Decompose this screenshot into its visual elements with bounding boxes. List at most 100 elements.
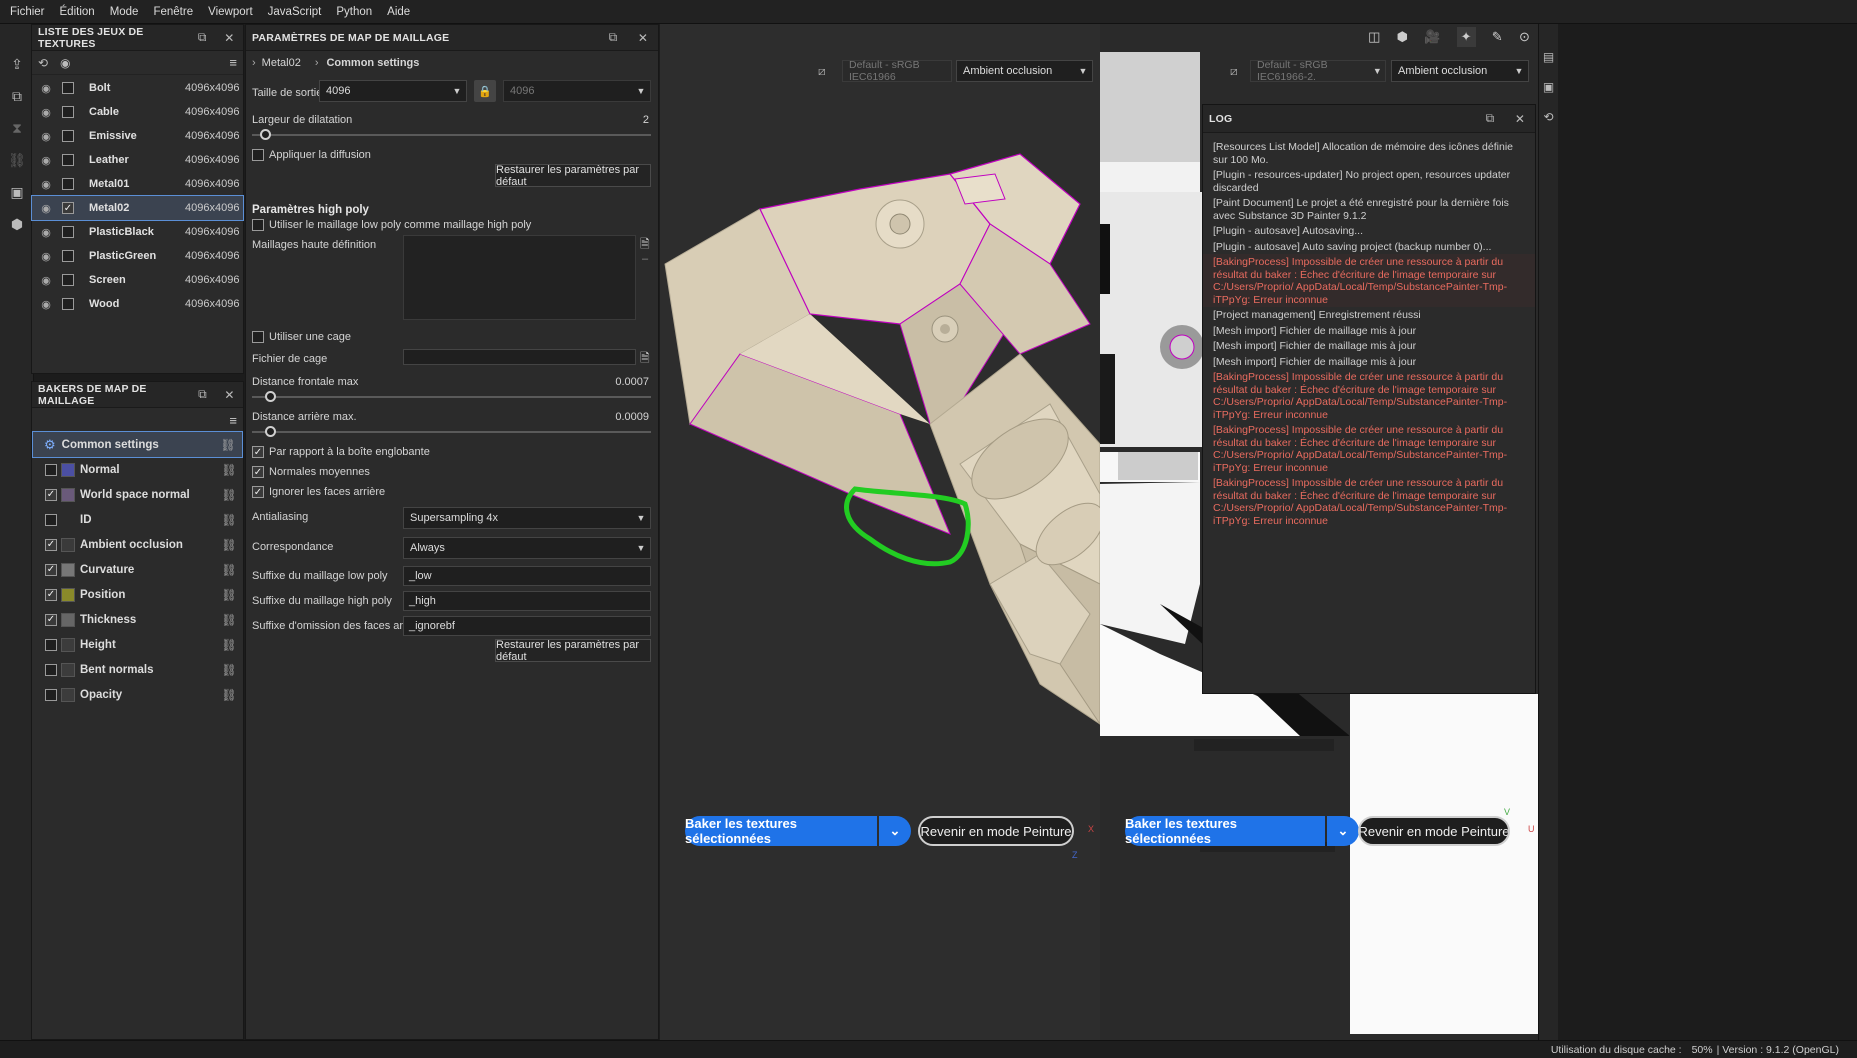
- link-icon[interactable]: ⛓: [215, 638, 243, 652]
- restore-defaults-button[interactable]: Restaurer les paramètres par défaut: [495, 164, 651, 188]
- link-icon[interactable]: ⛓: [215, 538, 243, 552]
- menu-item[interactable]: Fichier: [6, 6, 56, 18]
- baker-row[interactable]: ✓ Ambient occlusion ⛓: [32, 532, 243, 557]
- checkbox[interactable]: ✓: [252, 486, 264, 498]
- checkbox[interactable]: [45, 513, 57, 526]
- checkbox[interactable]: ✓: [45, 588, 57, 601]
- texture-set-row[interactable]: ◉ Metal01 4096x4096: [32, 172, 243, 196]
- lowpoly-suffix-input[interactable]: _low: [403, 566, 651, 586]
- bake-options-dropdown[interactable]: ⌄: [879, 816, 911, 846]
- texture-set-row[interactable]: ◉ Wood 4096x4096: [32, 292, 243, 316]
- checkbox[interactable]: ✓: [252, 446, 264, 458]
- eye-icon[interactable]: ◉: [60, 56, 82, 70]
- split-view-icon[interactable]: ◫: [1368, 29, 1380, 45]
- dilation-value[interactable]: 2: [606, 114, 649, 126]
- output-size-dropdown[interactable]: 4096 ▼: [319, 80, 467, 102]
- match-dropdown[interactable]: Always ▼: [403, 537, 651, 559]
- link-icon[interactable]: ⛓: [215, 588, 243, 602]
- close-icon[interactable]: ✕: [628, 31, 658, 45]
- checkbox[interactable]: [252, 331, 264, 343]
- link-icon[interactable]: ⛓: [215, 488, 243, 502]
- front-distance-value[interactable]: 0.0007: [591, 376, 649, 388]
- properties-icon[interactable]: ▣: [1539, 80, 1558, 110]
- eye-icon[interactable]: ◉: [38, 130, 54, 143]
- breadcrumb-texture-set[interactable]: Metal02: [262, 57, 301, 69]
- menu-item[interactable]: Viewport: [204, 6, 264, 18]
- baker-row[interactable]: ✓ World space normal ⛓: [32, 482, 243, 507]
- close-icon[interactable]: ✕: [216, 388, 243, 402]
- hd-meshes-list[interactable]: [403, 235, 636, 320]
- cube-icon[interactable]: ⬢: [0, 208, 34, 240]
- camera-icon[interactable]: 🎥: [1424, 29, 1440, 45]
- texture-set-row[interactable]: ◉ Screen 4096x4096: [32, 268, 243, 292]
- checkbox[interactable]: [45, 463, 57, 476]
- eye-icon[interactable]: ◉: [38, 154, 54, 167]
- back-distance-slider-handle[interactable]: [265, 426, 276, 437]
- dilation-slider-handle[interactable]: [260, 129, 271, 140]
- back-distance-slider-track[interactable]: [252, 431, 651, 433]
- checkbox[interactable]: ✓: [45, 563, 57, 576]
- display-settings-icon[interactable]: ⧄: [1230, 64, 1238, 79]
- layers-icon[interactable]: ▤: [1539, 50, 1558, 80]
- brush-icon[interactable]: ✎: [1492, 29, 1503, 45]
- baker-row[interactable]: Bent normals ⛓: [32, 657, 243, 682]
- checkbox[interactable]: [62, 298, 74, 310]
- baker-row[interactable]: ✓ Thickness ⛓: [32, 607, 243, 632]
- history-icon[interactable]: ⟲: [1539, 110, 1558, 140]
- checkbox[interactable]: [62, 274, 74, 286]
- channel-dropdown-2d[interactable]: Ambient occlusion ▼: [1391, 60, 1529, 82]
- front-distance-slider-handle[interactable]: [265, 391, 276, 402]
- ignore-backface-checkbox[interactable]: ✓ Ignorer les faces arrière: [252, 486, 385, 498]
- display-settings-icon[interactable]: ⧄: [818, 64, 826, 79]
- close-icon[interactable]: ✕: [216, 31, 243, 45]
- bake-icon[interactable]: ⧉: [0, 80, 34, 112]
- channel-dropdown[interactable]: Ambient occlusion ▼: [956, 60, 1093, 82]
- eye-icon[interactable]: ◉: [38, 178, 54, 191]
- checkbox[interactable]: [45, 663, 57, 676]
- apply-diffusion-checkbox[interactable]: Appliquer la diffusion: [252, 149, 371, 161]
- link-icon[interactable]: ⛓: [214, 438, 242, 452]
- remove-icon[interactable]: –: [642, 253, 648, 265]
- bake-mode-icon[interactable]: ✦: [1456, 27, 1476, 47]
- relative-bbox-checkbox[interactable]: ✓ Par rapport à la boîte englobante: [252, 446, 430, 458]
- checkbox[interactable]: [62, 178, 74, 190]
- link-icon[interactable]: ⛓: [215, 688, 243, 702]
- menu-item[interactable]: Mode: [106, 6, 150, 18]
- average-normals-checkbox[interactable]: ✓ Normales moyennes: [252, 466, 370, 478]
- menu-item[interactable]: Aide: [383, 6, 421, 18]
- ignorebf-suffix-input[interactable]: _ignorebf: [403, 616, 651, 636]
- cage-file-field[interactable]: [403, 349, 636, 365]
- link-icon[interactable]: ⛓: [215, 563, 243, 577]
- cube-icon[interactable]: ⬢: [1397, 29, 1408, 45]
- menu-item[interactable]: Édition: [56, 6, 106, 18]
- checkbox[interactable]: [45, 638, 57, 651]
- checkbox[interactable]: ✓: [252, 466, 264, 478]
- bake-options-dropdown-2d[interactable]: ⌄: [1327, 816, 1359, 846]
- use-lowpoly-as-highpoly-checkbox[interactable]: Utiliser le maillage low poly comme mail…: [252, 219, 531, 231]
- link-icon[interactable]: ⛓: [0, 144, 34, 176]
- checkbox[interactable]: [62, 106, 74, 118]
- checkbox[interactable]: [62, 154, 74, 166]
- checkbox[interactable]: [252, 149, 264, 161]
- hourglass-icon[interactable]: ⧗: [0, 112, 34, 144]
- texture-set-row[interactable]: ◉ Cable 4096x4096: [32, 100, 243, 124]
- eye-icon[interactable]: ◉: [38, 274, 54, 287]
- baker-row[interactable]: ✓ Position ⛓: [32, 582, 243, 607]
- checkbox[interactable]: [62, 130, 74, 142]
- menu-item[interactable]: Fenêtre: [149, 6, 204, 18]
- menu-icon[interactable]: ≡: [229, 55, 237, 70]
- link-icon[interactable]: ⛓: [215, 463, 243, 477]
- menu-item[interactable]: Python: [332, 6, 383, 18]
- link-icon[interactable]: ⛓: [215, 663, 243, 677]
- close-icon[interactable]: ✕: [1505, 112, 1535, 126]
- bake-selected-button-2d[interactable]: Baker les textures sélectionnées: [1125, 816, 1325, 846]
- menu-icon[interactable]: ≡: [229, 413, 237, 428]
- baker-row[interactable]: Height ⛓: [32, 632, 243, 657]
- back-distance-value[interactable]: 0.0009: [591, 411, 649, 423]
- export-icon[interactable]: ⇪: [0, 48, 34, 80]
- viewport-3d[interactable]: ⧄ Default - sRGB IEC61966 Ambient occlus…: [660, 24, 1100, 1040]
- bake-selected-button[interactable]: Baker les textures sélectionnées: [685, 816, 877, 846]
- texture-set-row[interactable]: ◉ PlasticBlack 4096x4096: [32, 220, 243, 244]
- return-paint-mode-button[interactable]: Revenir en mode Peinture: [918, 816, 1074, 846]
- lock-icon[interactable]: 🔒: [474, 80, 496, 102]
